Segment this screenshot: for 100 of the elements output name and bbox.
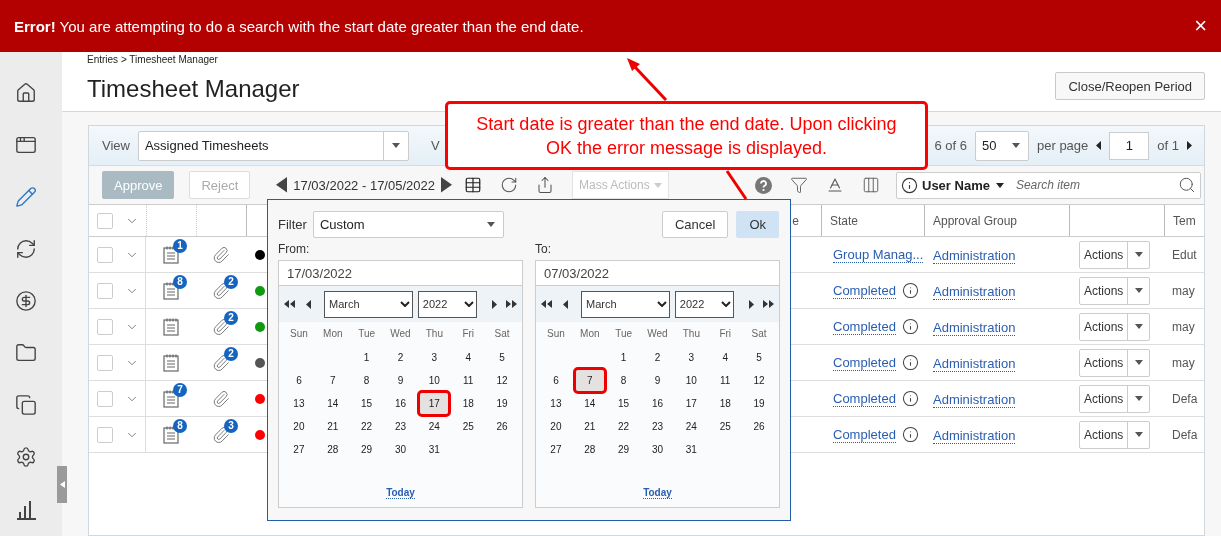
view-select[interactable]: Assigned Timesheets (137, 130, 409, 161)
page-input[interactable]: 1 (1109, 131, 1150, 160)
calendar-icon[interactable] (463, 176, 482, 194)
column-header[interactable]: State (821, 205, 924, 236)
date-input[interactable]: 17/03/2022 (278, 260, 523, 286)
row-checkbox[interactable] (97, 354, 113, 371)
search-field-picker[interactable]: User Name (922, 177, 1010, 193)
paperclip-icon[interactable] (212, 245, 230, 264)
info-icon[interactable] (901, 390, 919, 407)
calendar-day[interactable]: 23 (643, 416, 672, 437)
calendar-day[interactable]: 24 (677, 416, 706, 437)
approval-group-link[interactable]: Administration (933, 283, 1016, 300)
select-all-checkbox[interactable] (97, 212, 113, 229)
notepad-icon[interactable] (163, 353, 179, 372)
calendar-day[interactable]: 31 (677, 439, 706, 460)
refresh-icon[interactable] (499, 176, 518, 194)
notepad-icon[interactable] (163, 425, 179, 444)
calendar-day[interactable]: 12 (745, 370, 773, 391)
calendar-day[interactable]: 17 (420, 393, 449, 414)
help-icon[interactable] (755, 176, 772, 194)
date-range[interactable]: 17/03/2022 - 17/05/2022 (293, 177, 435, 193)
calendar-day[interactable]: 31 (420, 439, 449, 460)
calendar-day[interactable]: 4 (454, 347, 483, 368)
today-link[interactable]: Today (386, 487, 415, 499)
state-link[interactable]: Completed (833, 426, 896, 443)
calendar-day[interactable]: 7 (575, 370, 604, 391)
calendar-day[interactable]: 2 (386, 347, 415, 368)
year-select[interactable]: 2022 (674, 290, 734, 318)
calendar-day[interactable]: 19 (745, 393, 773, 414)
notepad-icon[interactable] (163, 245, 179, 264)
calendar-day[interactable]: 9 (386, 370, 415, 391)
column-header[interactable]: Approval Group (924, 205, 1069, 236)
previous-icon[interactable] (306, 299, 311, 309)
copy-icon[interactable] (15, 394, 39, 418)
calendar-day[interactable]: 29 (352, 439, 381, 460)
actions-split-button[interactable]: Actions (1079, 312, 1150, 341)
calendar-day[interactable]: 14 (575, 393, 604, 414)
filter-icon[interactable] (790, 176, 808, 194)
row-checkbox[interactable] (97, 390, 113, 407)
calendar-day[interactable]: 15 (609, 393, 638, 414)
export-icon[interactable] (535, 176, 554, 194)
paperclip-icon[interactable] (212, 353, 230, 372)
state-link[interactable]: Completed (833, 318, 896, 335)
calendar-day[interactable]: 1 (352, 347, 381, 368)
today-link[interactable]: Today (643, 487, 672, 499)
month-select[interactable]: March (581, 290, 670, 318)
ok-button[interactable]: Ok (736, 211, 779, 238)
row-checkbox[interactable] (97, 426, 113, 443)
calendar-day[interactable]: 10 (677, 370, 706, 391)
calendar-day[interactable]: 26 (745, 416, 773, 437)
collapse-handle[interactable] (57, 466, 67, 503)
state-link[interactable]: Completed (833, 390, 896, 407)
calendar-day[interactable]: 16 (643, 393, 672, 414)
info-icon[interactable] (901, 426, 919, 443)
next-icon[interactable] (492, 299, 497, 309)
column-header[interactable]: Tem (1164, 205, 1204, 236)
calendar-day[interactable]: 19 (488, 393, 516, 414)
calendar-day[interactable]: 28 (575, 439, 604, 460)
info-icon[interactable] (901, 282, 919, 299)
pencil-icon[interactable] (15, 186, 39, 210)
calendar-day[interactable]: 17 (677, 393, 706, 414)
calendar-day[interactable]: 23 (386, 416, 415, 437)
notepad-icon[interactable] (163, 389, 179, 408)
calendar-day[interactable]: 13 (542, 393, 570, 414)
month-select[interactable]: March (324, 290, 413, 318)
dollar-icon[interactable] (15, 290, 39, 314)
notepad-icon[interactable] (163, 317, 179, 336)
search-field[interactable]: User Name Search item (896, 171, 1201, 199)
paperclip-icon[interactable] (212, 317, 230, 336)
calendar-day[interactable]: 25 (711, 416, 740, 437)
state-link[interactable]: Group Manag... (833, 246, 924, 263)
calendar-day[interactable]: 18 (711, 393, 740, 414)
paperclip-icon[interactable] (212, 389, 230, 408)
calendar-day[interactable]: 1 (609, 347, 638, 368)
calendar-day[interactable]: 18 (454, 393, 483, 414)
columns-icon[interactable] (862, 176, 880, 194)
calendar-day[interactable]: 29 (609, 439, 638, 460)
next-page-icon[interactable] (1187, 141, 1192, 150)
year-select[interactable]: 2022 (417, 290, 477, 318)
calendar-day[interactable]: 10 (420, 370, 449, 391)
actions-split-button[interactable]: Actions (1079, 240, 1150, 269)
approval-group-link[interactable]: Administration (933, 355, 1016, 372)
date-input[interactable]: 07/03/2022 (535, 260, 780, 286)
close-reopen-period-button[interactable]: Close/Reopen Period (1055, 72, 1205, 100)
calendar-day[interactable]: 5 (745, 347, 773, 368)
calendar-day[interactable]: 11 (454, 370, 483, 391)
calendar-day[interactable]: 8 (609, 370, 638, 391)
calendar-day[interactable]: 8 (352, 370, 381, 391)
calendar-day[interactable]: 4 (711, 347, 740, 368)
filter-select[interactable]: Custom (312, 211, 504, 238)
calendar-day[interactable]: 20 (542, 416, 570, 437)
previous-icon[interactable] (563, 299, 568, 309)
calendar-day[interactable]: 28 (318, 439, 347, 460)
bar-chart-icon[interactable] (15, 498, 39, 522)
actions-split-button[interactable]: Actions (1079, 276, 1150, 305)
previous-range-icon[interactable] (276, 177, 288, 193)
calendar-day[interactable]: 15 (352, 393, 381, 414)
calendar-day[interactable]: 12 (488, 370, 516, 391)
actions-split-button[interactable]: Actions (1079, 420, 1150, 449)
calendar-day[interactable]: 7 (318, 370, 347, 391)
